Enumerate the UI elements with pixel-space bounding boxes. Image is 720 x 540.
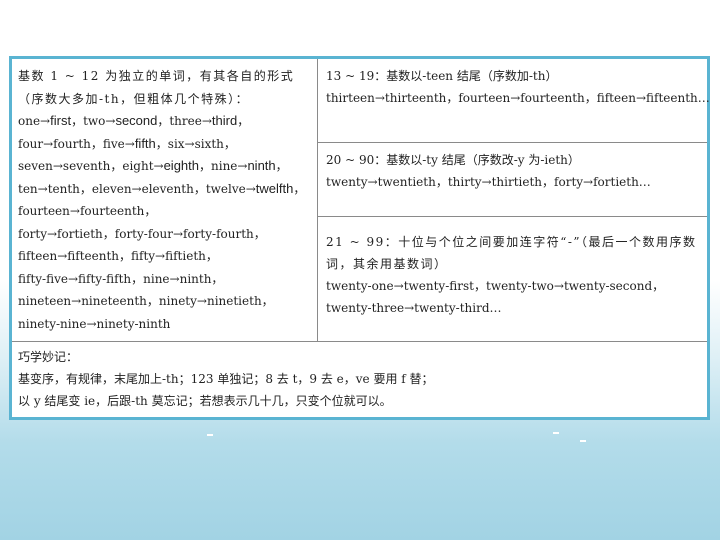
special-ordinal: third	[211, 113, 238, 128]
example-text: ，	[293, 181, 306, 196]
cell-13-to-19: 13 ~ 19：基数以-teen 结尾（序数加-th） thirteen→thi…	[318, 59, 710, 143]
cell-examples: twenty-three→twenty-third…	[326, 301, 502, 315]
example-text: ，nine→	[199, 159, 248, 173]
intro-line-1: 基数 1 ~ 12 为独立的单词，有其各自的形式	[18, 69, 295, 83]
special-ordinal: first	[50, 113, 72, 128]
example-row: ninety-nine→ninety-ninth	[18, 316, 171, 331]
special-ordinal: twelfth	[255, 180, 294, 196]
slide-top-band	[0, 0, 720, 52]
decorative-dash	[553, 432, 559, 434]
example-row: four→fourth，five→fifth，six→sixth，	[18, 133, 317, 156]
cell-21-to-99: 21 ~ 99：十位与个位之间要加连字符“-”（最后一个数用序数 词，其余用基数…	[318, 217, 707, 341]
example-row: one→first，two→second，three→third，	[18, 110, 317, 133]
memory-tips: 巧学妙记： 基变序，有规律，末尾加上-th；123 单独记；8 去 t，9 去 …	[12, 341, 707, 417]
example-row: ten→tenth，eleven→eleventh，twelve→twelfth…	[18, 178, 317, 201]
example-text: one→	[18, 114, 51, 128]
example-row: fifty-five→fifty-fifth，nine→ninth，	[18, 271, 224, 286]
special-ordinal: ninth	[247, 158, 276, 173]
special-ordinal: fifth	[134, 135, 156, 151]
example-text: four→fourth，five→	[18, 136, 135, 151]
right-column: 13 ~ 19：基数以-teen 结尾（序数加-th） thirteen→thi…	[318, 59, 710, 341]
cell-heading: 13 ~ 19：基数以-teen 结尾（序数加-th）	[326, 69, 558, 83]
example-row: nineteen→nineteenth，ninety→ninetieth，	[18, 294, 274, 308]
example-row: seven→seventh，eight→eighth，nine→ninth，	[18, 155, 317, 178]
cell-1-to-12: 基数 1 ~ 12 为独立的单词，有其各自的形式 （序数大多加-th，但粗体几个…	[12, 59, 318, 341]
special-ordinal: second	[115, 113, 158, 128]
example-text: ten→tenth，eleven→eleventh，twelve→	[18, 181, 256, 196]
ordinal-numbers-table: 基数 1 ~ 12 为独立的单词，有其各自的形式 （序数大多加-th，但粗体几个…	[9, 56, 710, 420]
intro-line-2: （序数大多加-th，但粗体几个特殊）：	[18, 91, 250, 106]
special-ordinal: eighth	[163, 158, 199, 173]
example-text: ，	[237, 114, 250, 128]
example-text: ，six→sixth，	[155, 136, 236, 151]
tips-line: 基变序，有规律，末尾加上-th；123 单独记；8 去 t，9 去 e，ve 要…	[18, 372, 434, 386]
example-text: ，three→	[157, 114, 212, 128]
tips-line: 以 y 结尾变 ie，后跟-th 莫忘记；若想表示几十几，只变个位就可以。	[18, 394, 392, 408]
example-text: seven→seventh，eight→	[18, 159, 164, 173]
example-row: fourteen→fourteenth，	[18, 204, 157, 218]
cell-heading: 词，其余用基数词）	[326, 257, 448, 271]
tips-title: 巧学妙记：	[18, 350, 79, 364]
example-row: fifteen→fifteenth，fifty→fiftieth，	[18, 249, 218, 263]
cell-examples: thirteen→thirteenth，fourteen→fourteenth，…	[326, 91, 710, 105]
cell-examples: twenty→twentieth，thirty→thirtieth，forty→…	[326, 175, 651, 189]
cell-heading: 20 ~ 90：基数以-ty 结尾（序数改-y 为-ieth）	[326, 153, 580, 167]
example-row: forty→fortieth，forty-four→forty-fourth，	[18, 226, 266, 241]
cell-examples: twenty-one→twenty-first，twenty-two→twent…	[326, 279, 665, 293]
cell-heading: 21 ~ 99：十位与个位之间要加连字符“-”（最后一个数用序数	[326, 235, 697, 249]
cell-20-to-90: 20 ~ 90：基数以-ty 结尾（序数改-y 为-ieth） twenty→t…	[318, 143, 707, 217]
decorative-dash	[207, 434, 213, 436]
example-text: ，	[275, 159, 288, 173]
decorative-dash	[580, 440, 586, 442]
example-text: ，two→	[71, 114, 116, 128]
